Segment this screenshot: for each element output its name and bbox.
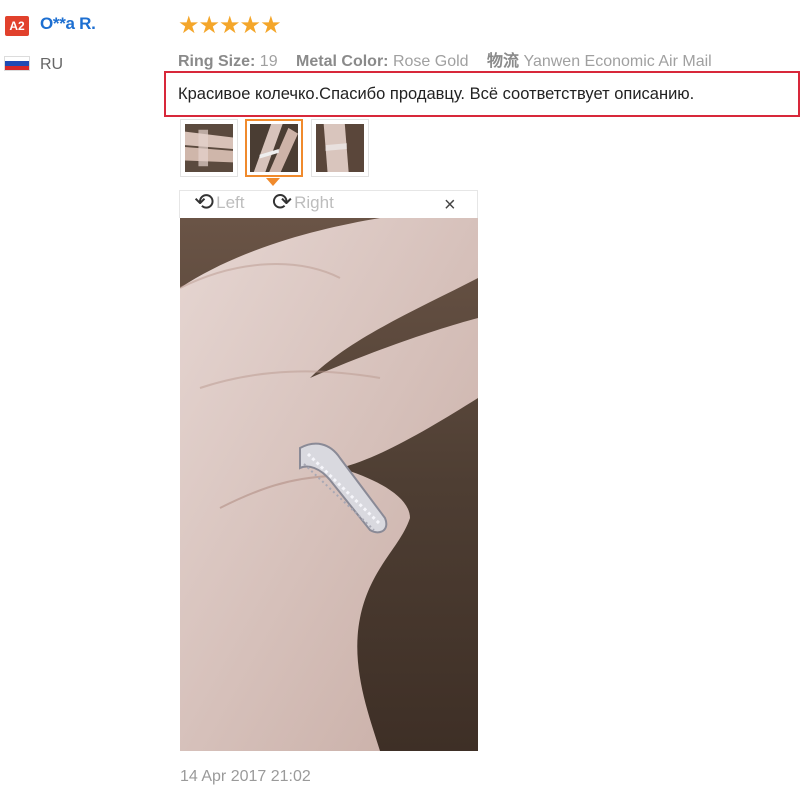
rotate-left-button[interactable]: ⟲ Left [194,189,245,216]
attr-label-metal-color: Metal Color: [296,53,389,70]
order-attributes: Ring Size: 19 Metal Color: Rose Gold 物流 … [178,47,726,71]
hand-photo-thumbnail [316,124,364,172]
attr-label-ring-size: Ring Size: [178,53,256,70]
russia-flag-icon [4,56,30,71]
photo-thumbnail-3[interactable] [311,119,369,177]
attr-value-logistics: Yanwen Economic Air Mail [523,53,712,70]
photo-thumbnail-2[interactable] [245,119,303,177]
active-thumbnail-pointer [266,178,280,186]
star-rating: ★★★★★ [178,12,282,39]
attr-value-ring-size: 19 [259,53,278,70]
review-text: Красивое колечко.Спасибо продавцу. Всё с… [178,85,695,103]
rotate-right-button[interactable]: ⟳ Right [272,189,334,216]
level-badge: A2 [5,16,29,36]
review-photo-hand-with-ring [180,218,478,751]
hand-photo-thumbnail [185,124,233,172]
country-code: RU [40,56,64,73]
review-date: 14 Apr 2017 21:02 [180,768,311,785]
rotate-left-label: Left [216,193,245,212]
attr-label-logistics: 物流 [487,53,520,70]
reviewer-name[interactable]: O**a R. [40,14,96,34]
photo-thumbnail-1[interactable] [180,119,238,177]
attr-value-metal-color: Rose Gold [392,53,469,70]
close-icon[interactable]: × [444,195,456,215]
rotate-right-label: Right [294,193,334,212]
rotate-right-icon: ⟳ [272,189,293,216]
hand-photo-thumbnail [250,124,298,172]
rotate-left-icon: ⟲ [194,189,215,216]
